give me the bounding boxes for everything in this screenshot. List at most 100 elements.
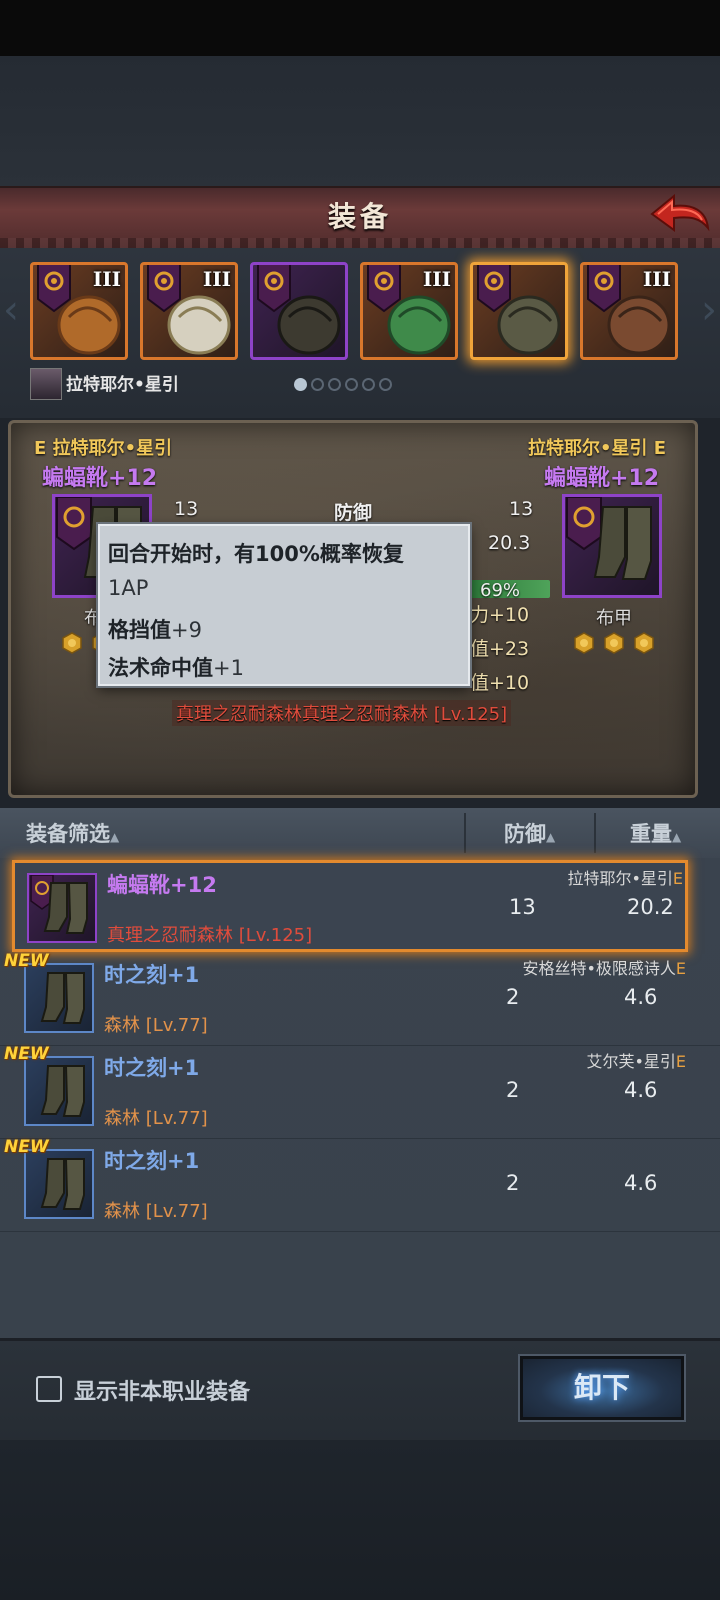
set-name: 真理之忍耐森林真理之忍耐森林 [176, 704, 428, 725]
tier-label: III [422, 267, 451, 291]
left-item-plus: +12 [108, 466, 158, 491]
slot-next-arrow-icon[interactable]: › [700, 280, 718, 340]
item-name-label: 时之刻 [104, 1149, 167, 1173]
page-indicator [294, 376, 396, 392]
item-owner-grade: E [675, 959, 686, 978]
boots-icon [40, 1158, 85, 1210]
tier-label: III [92, 267, 121, 291]
right-owner-grade: 拉特耶尔•星引 E [528, 434, 666, 460]
tooltip-line-4: 法术命中值+1 [108, 652, 244, 682]
left-item-label: 蝙蝠靴 [42, 466, 109, 491]
tooltip-line-4-label: 法术命中值 [108, 656, 213, 680]
item-weight: 20.2 [627, 895, 674, 919]
item-name: 时之刻+1 [104, 1052, 199, 1082]
tier-label: III [202, 267, 231, 291]
item-owner-name: 拉特耶尔•星引 [567, 869, 673, 888]
slot-prev-arrow-icon[interactable]: ‹ [2, 280, 20, 340]
list-item[interactable]: 时之刻+1 森林 [Lv.77] 2 4.6 [0, 1139, 720, 1232]
left-grade-owner: E 拉特耶尔•星引 [34, 434, 172, 460]
item-set-name: 森林 [104, 1015, 140, 1036]
boots-icon [30, 874, 88, 934]
tier-label: III [642, 267, 671, 291]
tooltip-line-3-label: 格挡值 [108, 618, 171, 642]
list-item[interactable]: 蝙蝠靴+12 真理之忍耐森林 [Lv.125] 拉特耶尔•星引E 13 20.2 [12, 860, 688, 952]
right-item-name: 蝙蝠靴+12 [544, 460, 659, 492]
socket-hex-icon [574, 632, 594, 654]
status-area [0, 0, 720, 56]
item-defense: 2 [506, 1078, 520, 1102]
character-name: 拉特耶尔•星引 [66, 375, 179, 395]
item-set-name: 森林 [104, 1201, 140, 1222]
item-tooltip: 回合开始时，有100%概率恢复 1AP 格挡值+9 法术命中值+1 [98, 524, 470, 686]
item-owner: 安格丝特•极限感诗人E [522, 955, 686, 979]
right-item-icon[interactable] [562, 494, 662, 598]
sort-arrow-icon: ▲ [672, 830, 682, 844]
class-banner-icon [367, 265, 401, 313]
defense-header-label: 防御 [504, 822, 546, 846]
right-defense-value: 13 [509, 498, 534, 520]
item-icon [24, 963, 94, 1033]
item-icon [24, 1149, 94, 1219]
left-grade: E [34, 438, 47, 459]
item-set-name: 真理之忍耐森林 [107, 925, 233, 946]
right-item-label: 蝙蝠靴 [544, 466, 611, 491]
defense-sort-button[interactable]: 防御▲ [504, 818, 555, 848]
boots-icon [40, 972, 85, 1024]
item-set: 森林 [Lv.77] [104, 1011, 208, 1037]
page-dot [379, 378, 392, 391]
item-name: 蝙蝠靴+12 [107, 869, 217, 899]
item-icon [27, 873, 97, 943]
bonus-stat-3: 值+10 [470, 672, 530, 694]
new-badge: NEW [4, 951, 49, 971]
filter-sort-button[interactable]: 装备筛选▲ [26, 818, 119, 848]
item-set: 森林 [Lv.77] [104, 1197, 208, 1223]
item-plus: +1 [167, 1056, 200, 1080]
item-name-label: 时之刻 [104, 1056, 167, 1080]
unequip-button[interactable]: 卸下 [520, 1356, 684, 1420]
item-set: 森林 [Lv.77] [104, 1104, 208, 1130]
equipment-slot-shoulder-armor[interactable]: III [140, 262, 238, 360]
list-item[interactable]: 时之刻+1 森林 [Lv.77] 安格丝特•极限感诗人E 2 4.6 [0, 953, 720, 1046]
tooltip-line-3-value: +9 [171, 618, 202, 642]
item-name: 时之刻+1 [104, 1145, 199, 1175]
item-plus: +1 [167, 963, 200, 987]
defense-label: 防御 [334, 502, 373, 524]
new-badge: NEW [4, 1137, 49, 1157]
class-banner-icon [257, 265, 291, 313]
equipment-slot-green-robe[interactable]: III [360, 262, 458, 360]
tooltip-line-3: 格挡值+9 [108, 614, 202, 644]
equipment-slot-hood[interactable] [250, 262, 348, 360]
tooltip-line-4-value: +1 [213, 656, 244, 680]
item-set-level: [Lv.77] [145, 1015, 208, 1036]
item-owner-name: 安格丝特•极限感诗人 [522, 959, 676, 978]
right-grade: E [653, 438, 667, 459]
right-item-plus: +12 [610, 466, 660, 491]
set-bonus-line: 真理之忍耐森林真理之忍耐森林 [Lv.125] [172, 700, 512, 726]
item-owner: 艾尔芙•星引E [586, 1048, 686, 1072]
compare-percent: 69% [480, 580, 521, 601]
item-name-label: 时之刻 [104, 963, 167, 987]
item-owner-grade: E [675, 1052, 686, 1071]
item-weight: 4.6 [624, 1078, 658, 1102]
show-other-class-checkbox[interactable] [36, 1376, 62, 1402]
show-other-class-label: 显示非本职业装备 [74, 1380, 251, 1405]
tooltip-line-1: 回合开始时，有100%概率恢复 [108, 538, 404, 568]
weight-sort-button[interactable]: 重量▲ [630, 818, 681, 848]
class-banner-icon [477, 265, 511, 313]
boots-icon [40, 1065, 85, 1117]
page-dot [345, 378, 358, 391]
right-owner: 拉特耶尔•星引 [528, 438, 648, 459]
back-button[interactable] [648, 192, 712, 238]
equipment-slot-boots[interactable] [470, 262, 568, 360]
sort-arrow-icon: ▲ [546, 830, 556, 844]
header-divider [594, 813, 596, 853]
equipment-slot-book[interactable]: III [580, 262, 678, 360]
item-plus: +1 [167, 1149, 200, 1173]
right-socket-row [574, 632, 664, 658]
tooltip-line-1-text: 回合开始时，有100%概率恢复 [108, 542, 404, 566]
item-owner-name: 艾尔芙•星引 [586, 1052, 676, 1071]
header-divider [464, 813, 466, 853]
class-banner-icon [147, 265, 181, 313]
equipment-slot-staff[interactable]: III [30, 262, 128, 360]
list-item[interactable]: 时之刻+1 森林 [Lv.77] 艾尔芙•星引E 2 4.6 [0, 1046, 720, 1139]
